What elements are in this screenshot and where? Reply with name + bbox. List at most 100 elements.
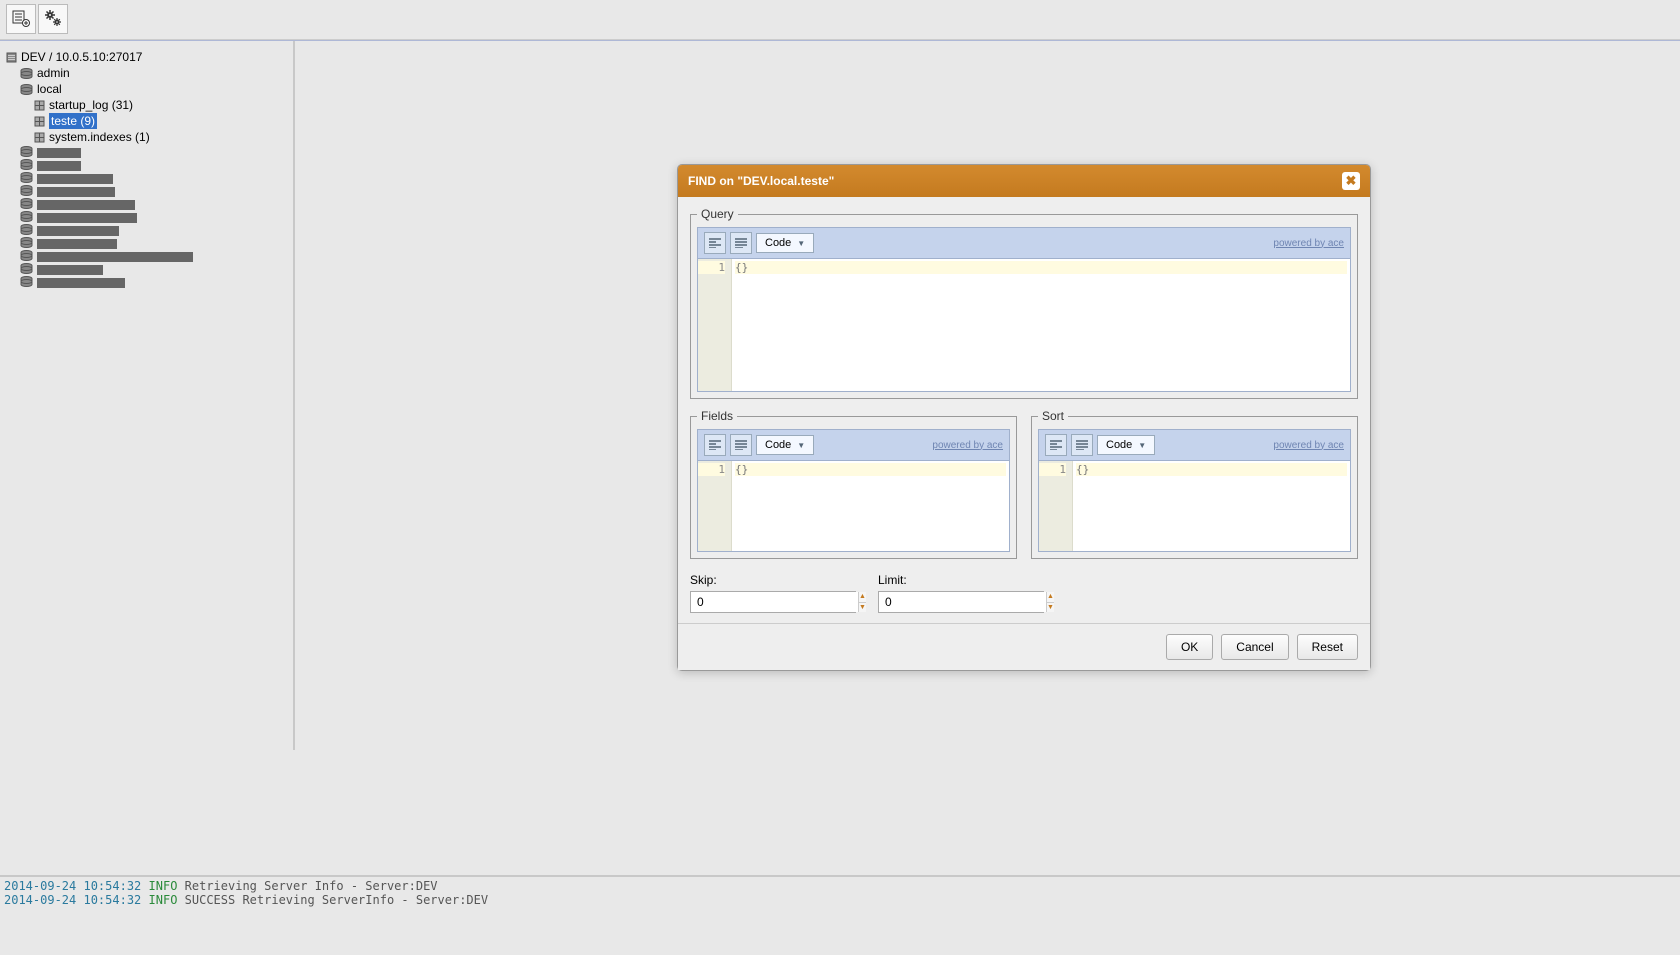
limit-spinner[interactable]: ▲▼ — [878, 591, 1044, 613]
tree-database-node[interactable] — [20, 249, 293, 262]
ok-button[interactable]: OK — [1166, 634, 1213, 660]
content-area: FIND on "DEV.local.teste" ✖ Query Code▼ … — [295, 41, 1680, 750]
tree-collection-node[interactable]: system.indexes (1) — [34, 129, 293, 145]
dialog-title: FIND on "DEV.local.teste" — [688, 174, 834, 188]
collection-label: system.indexes (1) — [49, 129, 150, 145]
toolbar — [0, 0, 1680, 40]
align-left-icon[interactable] — [704, 232, 726, 254]
tree-server-node[interactable]: DEV / 10.0.5.10:27017 — [6, 49, 293, 65]
tree-database-node[interactable] — [20, 275, 293, 288]
server-label: DEV / 10.0.5.10:27017 — [21, 49, 142, 65]
query-editor[interactable]: Code▼ powered by ace 1 {} — [697, 227, 1351, 392]
database-icon — [20, 263, 33, 274]
new-connection-icon — [12, 9, 30, 30]
chevron-down-icon: ▼ — [1138, 441, 1146, 450]
chevron-down-icon: ▼ — [797, 441, 805, 450]
skip-spinner[interactable]: ▲▼ — [690, 591, 856, 613]
gears-icon — [43, 8, 63, 31]
align-left-icon[interactable] — [1045, 434, 1067, 456]
code-mode-dropdown[interactable]: Code▼ — [756, 233, 814, 253]
fields-editor[interactable]: Code▼ powered by ace 1 {} — [697, 429, 1010, 552]
redacted-label — [37, 200, 135, 210]
align-justify-icon[interactable] — [1071, 434, 1093, 456]
redacted-label — [37, 226, 119, 236]
database-icon — [20, 172, 33, 183]
dialog-header[interactable]: FIND on "DEV.local.teste" ✖ — [678, 165, 1370, 197]
fields-fieldset: Fields Code▼ powered by ace 1 — [690, 409, 1017, 559]
tree-database-node[interactable] — [20, 223, 293, 236]
database-icon — [20, 211, 33, 222]
align-justify-icon[interactable] — [730, 434, 752, 456]
tree-database-node[interactable] — [20, 197, 293, 210]
tree-collection-node[interactable]: teste (9) — [34, 113, 293, 129]
redacted-label — [37, 239, 117, 249]
redacted-label — [37, 161, 81, 171]
line-number: 1 — [698, 463, 725, 476]
ace-link[interactable]: powered by ace — [932, 440, 1003, 451]
tree-database-node[interactable] — [20, 171, 293, 184]
database-icon — [20, 146, 33, 157]
tree-database-node[interactable] — [20, 158, 293, 171]
spinner-up-icon[interactable]: ▲ — [1047, 592, 1054, 603]
database-label: admin — [37, 65, 70, 81]
tree-collection-node[interactable]: startup_log (31) — [34, 97, 293, 113]
log-line: 2014-09-24 10:54:32 INFO SUCCESS Retriev… — [4, 893, 1676, 907]
execute-button[interactable] — [38, 4, 68, 34]
ace-link[interactable]: powered by ace — [1273, 440, 1344, 451]
code-line[interactable]: {} — [1076, 463, 1347, 476]
tree-database-node[interactable] — [20, 145, 293, 158]
tree-database-node[interactable]: admin — [20, 65, 293, 81]
redacted-label — [37, 278, 125, 288]
redacted-label — [37, 213, 137, 223]
collection-label: startup_log (31) — [49, 97, 133, 113]
query-legend: Query — [697, 207, 738, 221]
sidebar-tree[interactable]: DEV / 10.0.5.10:27017 adminlocalstartup_… — [0, 41, 295, 750]
database-label: local — [37, 81, 62, 97]
redacted-label — [37, 265, 103, 275]
code-mode-dropdown[interactable]: Code▼ — [756, 435, 814, 455]
log-panel[interactable]: 2014-09-24 10:54:32 INFO Retrieving Serv… — [0, 875, 1680, 955]
database-icon — [20, 84, 33, 95]
sort-legend: Sort — [1038, 409, 1068, 423]
spinner-down-icon[interactable]: ▼ — [1047, 603, 1054, 613]
database-icon — [20, 185, 33, 196]
redacted-label — [37, 252, 193, 262]
query-fieldset: Query Code▼ powered by ace 1 {} — [690, 207, 1358, 399]
database-icon — [20, 250, 33, 261]
ace-link[interactable]: powered by ace — [1273, 238, 1344, 249]
align-left-icon[interactable] — [704, 434, 726, 456]
database-icon — [20, 68, 33, 79]
skip-input[interactable] — [691, 592, 858, 612]
collection-icon — [34, 116, 45, 127]
database-icon — [20, 237, 33, 248]
close-icon[interactable]: ✖ — [1342, 172, 1360, 190]
tree-database-node[interactable] — [20, 236, 293, 249]
spinner-up-icon[interactable]: ▲ — [859, 592, 866, 603]
tree-database-node[interactable] — [20, 262, 293, 275]
database-icon — [20, 276, 33, 287]
chevron-down-icon: ▼ — [797, 239, 805, 248]
tree-database-node[interactable] — [20, 210, 293, 223]
sort-editor[interactable]: Code▼ powered by ace 1 {} — [1038, 429, 1351, 552]
database-icon — [20, 198, 33, 209]
limit-input[interactable] — [879, 592, 1046, 612]
collection-label: teste (9) — [49, 113, 97, 129]
limit-label: Limit: — [878, 573, 1044, 587]
reset-button[interactable]: Reset — [1297, 634, 1358, 660]
tree-database-node[interactable]: local — [20, 81, 293, 97]
log-message: SUCCESS Retrieving ServerInfo - Server:D… — [185, 893, 488, 907]
tree-database-node[interactable] — [20, 184, 293, 197]
server-icon — [6, 52, 17, 63]
log-level: INFO — [149, 879, 178, 893]
database-icon — [20, 224, 33, 235]
new-connection-button[interactable] — [6, 4, 36, 34]
spinner-down-icon[interactable]: ▼ — [859, 603, 866, 613]
collection-icon — [34, 132, 45, 143]
cancel-button[interactable]: Cancel — [1221, 634, 1288, 660]
code-line[interactable]: {} — [735, 261, 1347, 274]
code-mode-dropdown[interactable]: Code▼ — [1097, 435, 1155, 455]
sort-fieldset: Sort Code▼ powered by ace 1 — [1031, 409, 1358, 559]
align-justify-icon[interactable] — [730, 232, 752, 254]
code-line[interactable]: {} — [735, 463, 1006, 476]
line-number: 1 — [1039, 463, 1066, 476]
